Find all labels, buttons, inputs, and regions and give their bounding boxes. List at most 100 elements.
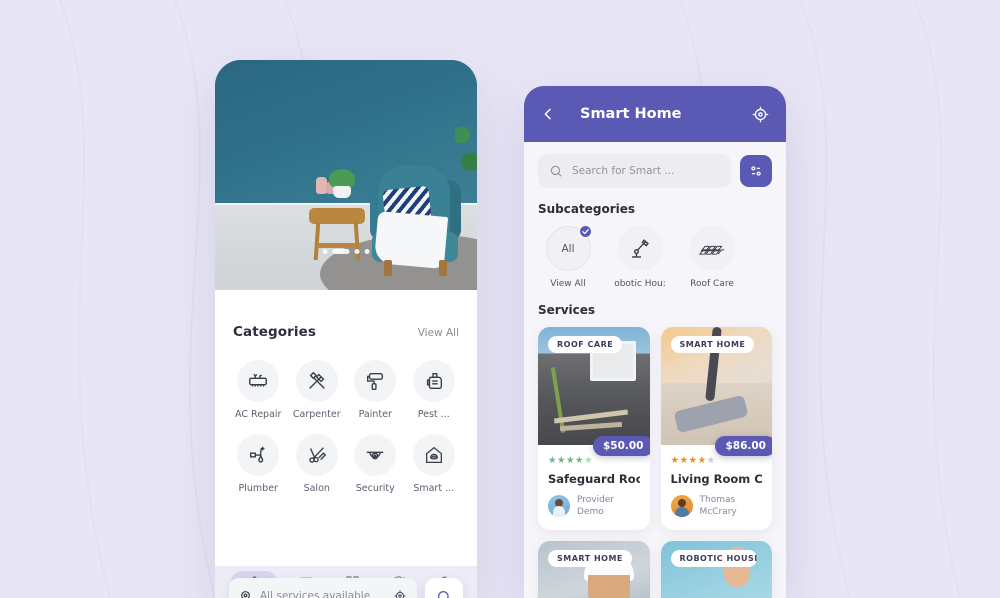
category-icon-wrap [412, 434, 455, 476]
search-icon [550, 165, 562, 177]
category-label: Pest ... [417, 409, 450, 420]
page-title: Smart Home [580, 106, 682, 122]
crosshair-icon[interactable] [751, 105, 770, 124]
category-label: Security [355, 483, 395, 494]
service-category-chip: ROOF CARE [548, 336, 623, 353]
check-icon [581, 228, 589, 235]
hero-armchair [368, 166, 463, 276]
service-image: SMART HOME [538, 540, 650, 598]
service-rating-stars: ★★★★★ [548, 455, 594, 466]
category-item-salon[interactable]: Salon [288, 434, 347, 494]
categories-view-all-link[interactable]: View All [418, 327, 459, 339]
carousel-dot-1[interactable] [322, 249, 328, 254]
left-phone-screen: All services available Categories View A… [215, 60, 477, 598]
service-card-safeguard-roofing[interactable]: ROOF CARE $50.00 ★★★★★ Safeguard Roofin … [538, 327, 650, 530]
carousel-dot-3[interactable] [354, 249, 360, 254]
service-card-robotic-housekeeping[interactable]: ROBOTIC HOUSI [660, 540, 772, 598]
subcategory-item-roof-care[interactable]: Roof Care [684, 226, 740, 289]
category-label: Smart ... [413, 483, 455, 494]
scissors-comb-icon [309, 447, 326, 463]
service-title: Living Room Clea [670, 471, 763, 486]
category-label: Salon [303, 483, 330, 494]
service-rating-stars: ★★★★★ [670, 455, 716, 466]
category-icon-wrap [237, 360, 280, 402]
roof-shingles-icon [699, 245, 725, 255]
service-provider: Thomas McCrary [670, 494, 763, 518]
service-title: Safeguard Roofin [548, 471, 640, 486]
subcategory-circle-text: All [561, 242, 575, 255]
subcategory-label: View All [550, 279, 586, 289]
subcategory-circle[interactable] [689, 226, 735, 271]
service-provider: Provider Demo [548, 494, 640, 518]
subcategories-title: Subcategories [538, 202, 636, 216]
categories-grid: AC Repair Carpenter Painter Pest ... Plu… [215, 340, 477, 494]
category-icon-wrap [354, 360, 397, 402]
category-item-painter[interactable]: Painter [346, 360, 405, 420]
services-title: Services [538, 303, 596, 317]
category-item-pest-control[interactable]: Pest ... [405, 360, 464, 420]
service-card-living-room-cleaning[interactable]: SMART HOME $86.00 ★★★★★ Living Room Clea… [660, 327, 773, 530]
paint-roller-icon [367, 372, 384, 390]
chevron-left-icon[interactable] [540, 106, 556, 122]
search-button[interactable] [425, 578, 463, 598]
avatar [670, 494, 693, 517]
category-icon-wrap [237, 434, 280, 476]
ac-unit-icon [249, 373, 268, 387]
service-category-chip: SMART HOME [670, 336, 755, 353]
smart-home-fingerprint-icon [425, 446, 442, 463]
location-search-row: All services available [229, 578, 463, 598]
category-label: Carpenter [292, 409, 341, 420]
category-icon-wrap [412, 360, 455, 402]
right-phone-screen: Smart Home Search for Smart ... Subcateg… [524, 86, 786, 598]
location-bar[interactable]: All services available [229, 578, 417, 598]
subcategory-circle[interactable]: All [545, 224, 593, 271]
carousel-dots[interactable] [322, 249, 370, 254]
location-pin-icon [241, 590, 250, 598]
services-card-grid: ROOF CARE $50.00 ★★★★★ Safeguard Roofin … [524, 317, 786, 598]
search-placeholder: Search for Smart ... [572, 165, 675, 177]
categories-title: Categories [233, 324, 317, 340]
service-card-smart-home-electrician[interactable]: SMART HOME [538, 540, 650, 598]
category-item-security[interactable]: Security [346, 434, 405, 494]
category-item-ac-repair[interactable]: AC Repair [229, 360, 288, 420]
pest-spray-bottle-icon [426, 372, 442, 390]
background-waves [59, 0, 961, 598]
provider-name: Provider Demo [577, 494, 615, 517]
robot-arm-icon [632, 238, 650, 258]
category-label: Plumber [238, 483, 278, 494]
selected-check-badge [577, 224, 593, 239]
provider-name: Thomas McCrary [699, 494, 737, 517]
service-image: ROOF CARE $50.00 [538, 327, 650, 456]
category-label: AC Repair [235, 409, 282, 420]
service-category-chip: SMART HOME [548, 549, 632, 567]
hero-potted-plant [329, 169, 355, 198]
avatar [548, 494, 570, 517]
subcategory-item-view-all[interactable]: All View All [540, 224, 596, 289]
faucet-icon [250, 446, 265, 463]
app-bar: Smart Home [524, 86, 786, 142]
category-label: Painter [358, 409, 392, 420]
category-item-carpenter[interactable]: Carpenter [288, 360, 347, 420]
hero-carousel[interactable] [215, 60, 477, 290]
search-input[interactable]: Search for Smart ... [538, 154, 731, 188]
category-item-plumber[interactable]: Plumber [229, 434, 288, 494]
carousel-dot-2-active[interactable] [332, 249, 350, 254]
subcategory-label: Roof Care [690, 279, 734, 289]
service-price-badge: $50.00 [592, 436, 650, 456]
category-icon-wrap [295, 434, 338, 476]
search-icon [438, 591, 449, 598]
service-card-body: ★★★★★ Living Room Clea Thomas McCrary [661, 445, 773, 530]
filter-button[interactable] [740, 155, 772, 187]
service-image: SMART HOME $86.00 [660, 327, 772, 456]
hammer-chisel-icon [308, 371, 325, 389]
service-image: ROBOTIC HOUSI [660, 540, 772, 598]
subcategory-circle[interactable] [617, 226, 663, 271]
category-icon-wrap [354, 434, 397, 476]
location-text: All services available [260, 590, 371, 598]
crosshair-icon[interactable] [393, 589, 407, 598]
category-item-smart-home[interactable]: Smart ... [405, 434, 464, 494]
subcategory-item-robotic-housekeeping[interactable]: obotic Hou: [612, 226, 668, 289]
service-card-body: ★★★★★ Safeguard Roofin Provider Demo [538, 445, 650, 530]
categories-header: Categories View All [215, 290, 477, 340]
carousel-dot-4[interactable] [364, 249, 370, 254]
